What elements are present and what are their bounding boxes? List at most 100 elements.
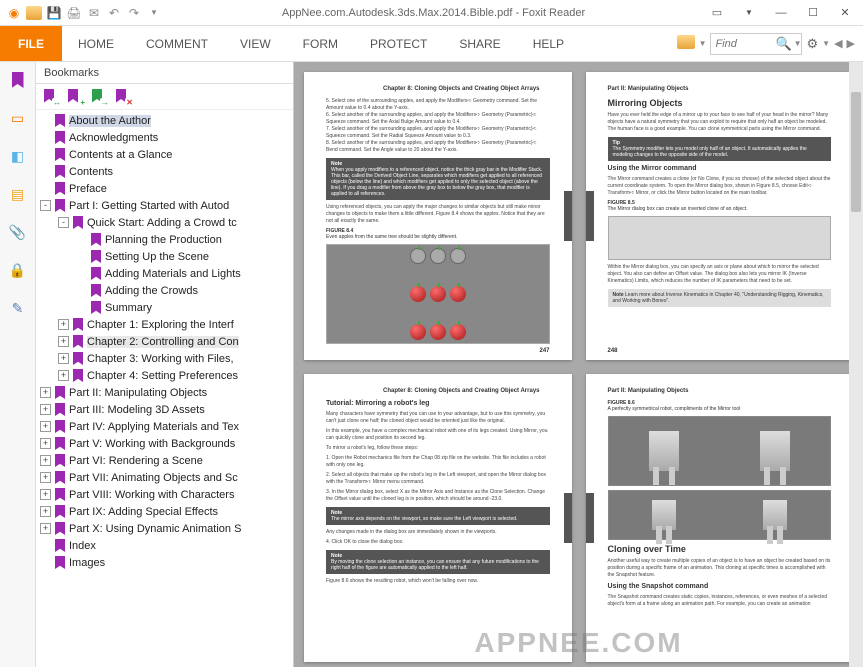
ribbon-toggle-icon[interactable]: ▭ xyxy=(705,4,729,22)
sidetab-layers[interactable]: ◧ xyxy=(6,144,30,168)
bookmark-icon xyxy=(73,335,83,348)
expand-toggle[interactable]: + xyxy=(58,336,69,347)
bookmark-item[interactable]: Planning the Production xyxy=(36,231,293,248)
bookmark-label: Quick Start: Adding a Crowd tc xyxy=(87,217,237,229)
bookmark-item[interactable]: +Part V: Working with Backgrounds xyxy=(36,435,293,452)
bookmark-item[interactable]: -Part I: Getting Started with Autod xyxy=(36,197,293,214)
sidetab-security[interactable]: 🔒 xyxy=(6,258,30,282)
bookmark-icon xyxy=(55,386,65,399)
tab-view[interactable]: VIEW xyxy=(224,26,287,61)
bookmark-item[interactable]: Contents at a Glance xyxy=(36,146,293,163)
sidetab-attachments[interactable]: 📎 xyxy=(6,220,30,244)
sidetab-pages[interactable]: ▭ xyxy=(6,106,30,130)
bookmark-item[interactable]: +Part X: Using Dynamic Animation S xyxy=(36,520,293,537)
gear-icon[interactable]: ⚙ xyxy=(806,36,818,52)
expand-toggle[interactable]: + xyxy=(40,438,51,449)
print-icon[interactable]: 🖨 xyxy=(66,5,82,21)
bm-tool-delete[interactable]: ✕ xyxy=(116,89,132,105)
bm-tool-goto[interactable]: → xyxy=(92,89,108,105)
expand-toggle[interactable]: - xyxy=(40,200,51,211)
bookmark-item[interactable]: +Chapter 2: Controlling and Con xyxy=(36,333,293,350)
bookmark-item[interactable]: Adding Materials and Lights xyxy=(36,265,293,282)
bookmark-item[interactable]: +Part VII: Animating Objects and Sc xyxy=(36,469,293,486)
tab-form[interactable]: FORM xyxy=(287,26,354,61)
bookmark-icon xyxy=(55,131,65,144)
expand-toggle[interactable]: + xyxy=(40,421,51,432)
bookmark-item[interactable]: +Part II: Manipulating Objects xyxy=(36,384,293,401)
bookmark-item[interactable]: +Part VIII: Working with Characters xyxy=(36,486,293,503)
expand-toggle[interactable]: + xyxy=(40,489,51,500)
bookmark-item[interactable]: +Part IX: Adding Special Effects xyxy=(36,503,293,520)
bookmark-item[interactable]: +Chapter 4: Setting Preferences xyxy=(36,367,293,384)
tab-home[interactable]: HOME xyxy=(62,26,130,61)
expand-toggle xyxy=(76,285,87,296)
close-icon[interactable]: ✕ xyxy=(833,4,857,22)
ribbon-menu-icon[interactable]: ▼ xyxy=(737,4,761,22)
bookmark-item[interactable]: Index xyxy=(36,537,293,554)
bookmark-item[interactable]: Adding the Crowds xyxy=(36,282,293,299)
bookmark-item[interactable]: Summary xyxy=(36,299,293,316)
redo-icon[interactable]: ↷ xyxy=(126,5,142,21)
search-icon[interactable]: 🔍 xyxy=(775,36,791,52)
bookmark-item[interactable]: + Chapter 3: Working with Files, xyxy=(36,350,293,367)
bm-tool-add[interactable]: + xyxy=(68,89,84,105)
minimize-icon[interactable]: — xyxy=(769,4,793,22)
bookmark-item[interactable]: Images xyxy=(36,554,293,571)
bookmark-label: Contents at a Glance xyxy=(69,149,172,161)
bookmark-icon xyxy=(91,301,101,314)
expand-toggle[interactable]: + xyxy=(58,370,69,381)
next-icon[interactable]: ▶ xyxy=(847,37,855,50)
mail-icon[interactable]: ✉ xyxy=(86,5,102,21)
bookmark-label: Images xyxy=(69,557,105,569)
bookmarks-tree[interactable]: About the AuthorAcknowledgments Contents … xyxy=(36,110,293,667)
bookmark-item[interactable]: - Quick Start: Adding a Crowd tc xyxy=(36,214,293,231)
tab-protect[interactable]: PROTECT xyxy=(354,26,443,61)
undo-icon[interactable]: ↶ xyxy=(106,5,122,21)
save-icon[interactable]: 💾 xyxy=(46,5,62,21)
bookmark-item[interactable]: +Part III: Modeling 3D Assets xyxy=(36,401,293,418)
bookmark-label: Preface xyxy=(69,183,107,195)
expand-toggle[interactable]: + xyxy=(58,319,69,330)
bookmark-label: Chapter 1: Exploring the Interf xyxy=(87,319,234,331)
bookmark-item[interactable]: About the Author xyxy=(36,112,293,129)
bm-tool-expand[interactable]: ↔ xyxy=(44,89,60,105)
maximize-icon[interactable]: ☐ xyxy=(801,4,825,22)
search-box[interactable]: 🔍 ▼ xyxy=(710,33,802,55)
expand-toggle[interactable]: + xyxy=(40,387,51,398)
expand-toggle[interactable]: + xyxy=(40,472,51,483)
file-tab[interactable]: FILE xyxy=(0,26,62,61)
folder-icon[interactable] xyxy=(677,35,695,52)
expand-toggle[interactable]: + xyxy=(40,523,51,534)
bookmark-item[interactable]: Contents xyxy=(36,163,293,180)
bookmark-icon xyxy=(55,114,65,127)
figure-robot-2 xyxy=(608,490,832,540)
expand-toggle xyxy=(40,183,51,194)
bookmark-item[interactable]: +Part IV: Applying Materials and Tex xyxy=(36,418,293,435)
tab-help[interactable]: HELP xyxy=(517,26,580,61)
search-input[interactable] xyxy=(715,38,775,50)
bookmark-icon xyxy=(55,522,65,535)
tab-share[interactable]: SHARE xyxy=(443,26,516,61)
expand-toggle[interactable]: + xyxy=(40,404,51,415)
expand-toggle[interactable]: + xyxy=(40,455,51,466)
bookmark-label: Chapter 3: Working with Files, xyxy=(87,353,234,365)
bookmark-item[interactable]: Acknowledgments xyxy=(36,129,293,146)
sidetab-signatures[interactable]: ✎ xyxy=(6,296,30,320)
scrollbar-v[interactable] xyxy=(849,62,863,667)
bookmark-item[interactable]: + Chapter 1: Exploring the Interf xyxy=(36,316,293,333)
expand-toggle[interactable]: - xyxy=(58,217,69,228)
sidetab-comments[interactable]: ▤ xyxy=(6,182,30,206)
bookmark-item[interactable]: +Part VI: Rendering a Scene xyxy=(36,452,293,469)
document-viewer[interactable]: Chapter 8: Cloning Objects and Creating … xyxy=(294,62,863,667)
qat-dropdown-icon[interactable]: ▼ xyxy=(146,5,162,21)
sidetab-bookmarks[interactable] xyxy=(6,68,30,92)
open-icon[interactable] xyxy=(26,5,42,21)
bookmarks-header: Bookmarks xyxy=(36,62,293,84)
bookmark-item[interactable]: Preface xyxy=(36,180,293,197)
bookmark-item[interactable]: Setting Up the Scene xyxy=(36,248,293,265)
prev-icon[interactable]: ◀ xyxy=(834,37,842,50)
tab-comment[interactable]: COMMENT xyxy=(130,26,224,61)
expand-toggle[interactable]: + xyxy=(40,506,51,517)
expand-toggle[interactable]: + xyxy=(58,353,69,364)
bookmark-icon xyxy=(73,352,83,365)
